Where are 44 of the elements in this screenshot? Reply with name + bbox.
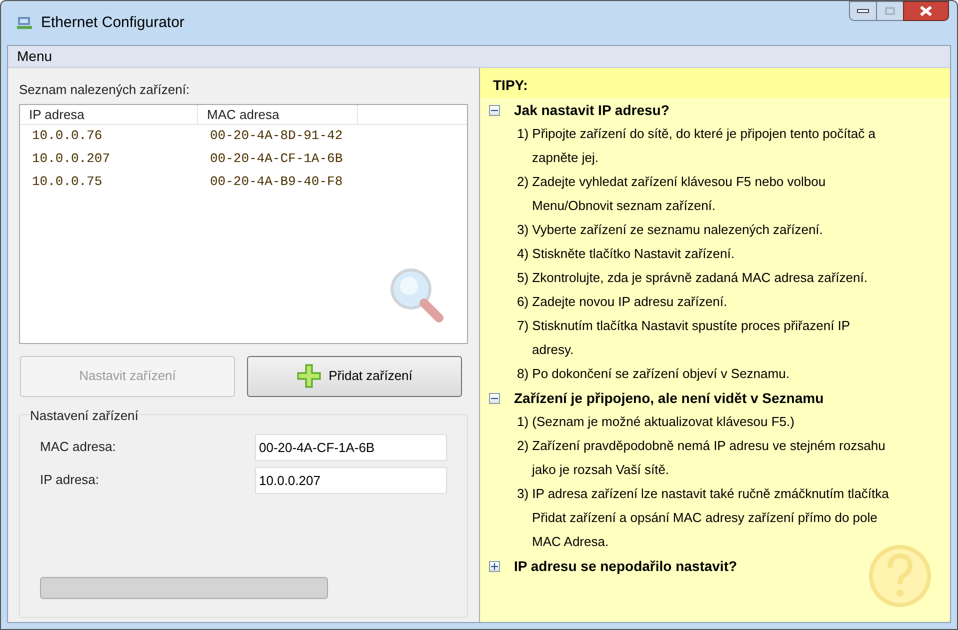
window-title: Ethernet Configurator — [41, 12, 184, 33]
expand-toggle[interactable] — [489, 560, 500, 572]
tip-text: 7) Stisknutím tlačítka Nastavit spustíte proces přiřazení IP adresy. — [517, 317, 851, 359]
tips-title: TIPY: — [493, 76, 528, 95]
field-label: IP adresa: — [40, 471, 100, 490]
tip-text: 4) Stiskněte tlačítko Nastavit zařízení. — [517, 245, 736, 263]
tip-text: 8) Po dokončení se zařízení objeví v Seznamu. — [517, 365, 790, 383]
tip-text: 3) IP adresa zařízení lze nastavit také ručně zmáčknutím tlačítka Přidat zařízení a opsání MAC adresy zařízení přímo do pole MAC Adresa. — [517, 485, 890, 551]
tip-text: 2) Zadejte vyhledat zařízení klávesou F5 nebo volbou Menu/Obnovit seznam zařízení. — [517, 173, 827, 215]
table-cell-text: 10.0.0.76 — [31, 127, 104, 146]
tip-text: 5) Zkontrolujte, zda je správně zadaná MAC adresa zařízení. — [517, 269, 868, 287]
list-label: Seznam nalezených zařízení: — [19, 81, 190, 99]
tip-text: 3) Vyberte zařízení ze seznamu nalezených zařízení. — [517, 221, 824, 239]
tip-text: 1) Připojte zařízení do sítě, do které je připojen tento počítač a zapněte jej. — [517, 125, 876, 167]
list-row[interactable]: 10.0.0.75 00-20-4A-B9-40-F8 — [20, 170, 467, 194]
table-cell-text: 00-20-4A-B9-40-F8 — [209, 173, 344, 192]
input-field[interactable]: 00-20-4A-CF-1A-6B — [255, 434, 447, 460]
section-title[interactable]: Jak nastavit IP adresu? — [514, 100, 670, 120]
tip-text: 1) (Seznam je možné aktualizovat klávesou F5.) — [517, 413, 796, 431]
section-title[interactable]: Zařízení je připojeno, ale není vidět v Seznamu — [514, 388, 824, 408]
list-row[interactable]: 10.0.0.207 00-20-4A-CF-1A-6B — [20, 148, 467, 170]
tip-text: 2) Zařízení pravděpodobně nemá IP adresu ve stejném rozsahu jako je rozsah Vaší sítě. — [517, 437, 886, 479]
search-icon — [389, 266, 445, 322]
field-label: MAC adresa: — [40, 438, 116, 456]
plus-icon — [296, 364, 321, 388]
close-icon — [920, 6, 932, 16]
collapse-toggle[interactable] — [489, 392, 500, 404]
network-icon — [17, 16, 33, 30]
add-device-button[interactable]: Přidat zařízení — [247, 356, 462, 396]
table-cell-text: 10.0.0.207 — [31, 150, 112, 168]
close-button[interactable] — [903, 1, 949, 21]
section-title[interactable]: IP adresu se nepodařilo nastavit? — [514, 556, 738, 576]
tip-text: 6) Zadejte novou IP adresu zařízení. — [517, 293, 728, 311]
minimize-button[interactable] — [849, 1, 877, 21]
collapse-toggle[interactable] — [489, 104, 500, 116]
table-cell-text: 10.0.0.75 — [31, 173, 104, 192]
menu-item[interactable]: Menu — [8, 46, 62, 67]
list-row[interactable]: 10.0.0.76 00-20-4A-8D-91-42 — [20, 124, 467, 148]
table-cell-text: 00-20-4A-8D-91-42 — [209, 127, 344, 146]
help-icon — [868, 544, 932, 608]
column-header[interactable]: IP adresa — [20, 104, 198, 124]
input-field[interactable]: 10.0.0.207 — [255, 466, 447, 494]
table-cell-text: 00-20-4A-CF-1A-6B — [209, 150, 344, 168]
column-header[interactable]: MAC adresa — [198, 104, 358, 124]
